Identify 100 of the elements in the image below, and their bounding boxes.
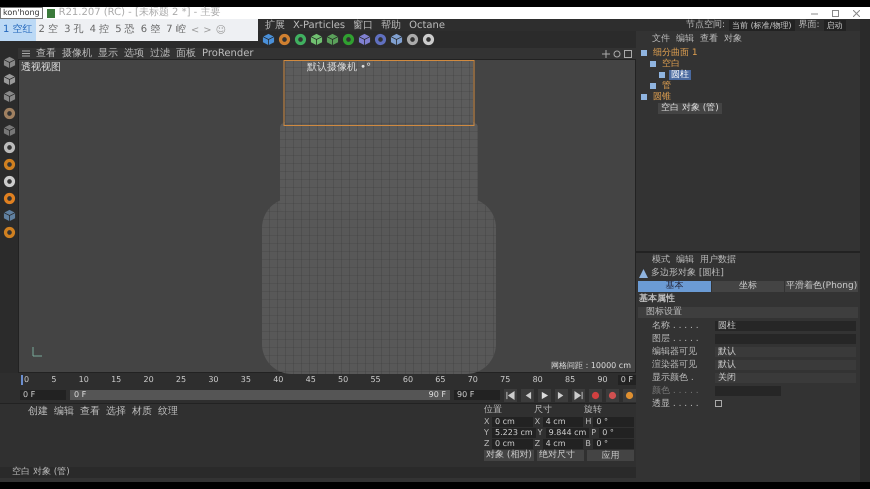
cube-icon[interactable] [262, 33, 275, 46]
size-field[interactable]: 4 cm [542, 439, 584, 449]
ime-candidate[interactable]: 5 恐 [112, 19, 138, 41]
cube-icon[interactable] [2, 124, 16, 137]
cube-icon[interactable] [2, 73, 16, 86]
cube-icon[interactable] [2, 90, 16, 103]
disc-icon[interactable] [2, 226, 16, 239]
menu-item[interactable]: 摄像机 [62, 48, 92, 59]
tab[interactable]: 坐标 [712, 281, 784, 292]
disc-icon[interactable] [294, 33, 307, 46]
cube-icon[interactable] [390, 33, 403, 46]
checkbox[interactable] [715, 400, 722, 407]
ime-candidate[interactable]: 1 空红 [0, 19, 36, 41]
group-header[interactable]: 图标设置 [638, 307, 858, 318]
frame-range-slider[interactable]: 0 F 90 F [70, 390, 450, 400]
cube-icon[interactable] [310, 33, 323, 46]
disc-icon[interactable] [2, 141, 16, 154]
menu-item[interactable]: 创建 [28, 406, 48, 417]
menu-item[interactable]: 查看 [80, 406, 100, 417]
dropdown[interactable]: 默认 [715, 360, 856, 370]
menu-icon[interactable] [22, 50, 30, 57]
menu-item[interactable]: 文件 [652, 34, 670, 45]
apply-button[interactable]: 应用 [586, 450, 634, 461]
dropdown[interactable]: 关闭 [715, 372, 856, 382]
rotate-view-icon[interactable] [613, 50, 621, 58]
previous-key-button[interactable] [521, 388, 534, 402]
ime-candidate[interactable]: 6 箜 [138, 19, 164, 41]
object-name[interactable]: 管 [660, 80, 673, 90]
tab[interactable]: 基本 [638, 281, 711, 292]
disc-icon[interactable] [342, 33, 355, 46]
play-button[interactable] [538, 388, 551, 402]
close-icon[interactable] [853, 10, 860, 16]
menu-item[interactable]: 材质 [132, 406, 152, 417]
interface-dropdown[interactable]: 启动 [824, 20, 846, 30]
menu-item[interactable]: 选择 [106, 406, 126, 417]
object-name[interactable]: 圆锥 [651, 92, 673, 102]
end-frame-field[interactable]: 90 F [454, 390, 500, 400]
record-button[interactable] [589, 388, 602, 402]
position-field[interactable]: 0 cm [492, 417, 533, 427]
menu-item[interactable]: 显示 [98, 48, 118, 59]
object-name[interactable]: 细分曲面 1 [651, 48, 700, 58]
window-icon[interactable] [624, 50, 632, 58]
autokey-button[interactable] [606, 388, 619, 402]
disc-icon[interactable] [278, 33, 291, 46]
menu-item[interactable]: 帮助 [381, 20, 402, 30]
node-space-dropdown[interactable]: 当前 (标准/物理) [729, 20, 795, 30]
menu-item[interactable]: 编辑 [676, 34, 694, 45]
disc-icon[interactable] [2, 107, 16, 120]
current-frame-field[interactable]: 0 F [618, 375, 636, 385]
menu-item[interactable]: 过滤 [150, 48, 170, 59]
ime-candidate[interactable]: 4 控 [86, 19, 112, 41]
next-key-button[interactable] [555, 388, 568, 402]
rotation-field[interactable]: 0 ° [599, 428, 634, 438]
dropdown[interactable]: 默认 [715, 346, 856, 356]
size-mode-dropdown[interactable]: 绝对尺寸 [536, 450, 584, 461]
ime-candidate[interactable]: 3 孔 [61, 19, 87, 41]
skip-to-start-button[interactable] [504, 388, 517, 402]
position-field[interactable]: 5.223 cm [492, 428, 536, 438]
menu-item[interactable]: 选项 [124, 48, 144, 59]
menu-item[interactable]: 用户数据 [700, 255, 736, 266]
skip-to-end-button[interactable] [572, 388, 585, 402]
menu-item[interactable]: 模式 [652, 255, 670, 266]
disc-icon[interactable] [2, 158, 16, 171]
name-field[interactable]: 圆柱 [715, 320, 856, 330]
menu-item[interactable]: 编辑 [676, 255, 694, 266]
coordinate-mode-dropdown[interactable]: 对象 (相对) [484, 450, 534, 461]
ime-candidate[interactable]: 7 崆 [163, 19, 189, 41]
move-view-icon[interactable] [602, 50, 610, 58]
menu-item[interactable]: Octane [409, 20, 446, 30]
position-field[interactable]: 0 cm [492, 439, 533, 449]
menu-item[interactable]: 面板 [176, 48, 196, 59]
disc-icon[interactable] [2, 192, 16, 205]
rotation-field[interactable]: 0 ° [593, 417, 634, 427]
ime-candidate[interactable]: 2 空 [36, 19, 62, 41]
cube-icon[interactable] [2, 209, 16, 222]
menu-item[interactable]: 对象 [724, 34, 742, 45]
size-field[interactable]: 4 cm [542, 417, 584, 427]
keyframe-button[interactable] [623, 388, 636, 402]
object-name[interactable]: 空白 [660, 58, 682, 68]
menu-item[interactable]: ProRender [202, 48, 254, 59]
menu-item[interactable]: 窗口 [353, 20, 374, 30]
start-frame-field[interactable]: 0 F [20, 390, 66, 400]
rotation-field[interactable]: 0 ° [593, 439, 634, 449]
disc-icon[interactable] [406, 33, 419, 46]
disc-icon[interactable] [2, 175, 16, 188]
menu-item[interactable]: X-Particles [293, 20, 346, 30]
menu-item[interactable]: 编辑 [54, 406, 74, 417]
size-field[interactable]: 9.844 cm [546, 428, 590, 438]
maximize-icon[interactable] [832, 10, 839, 16]
cube-icon[interactable] [2, 56, 16, 69]
cube-icon[interactable] [358, 33, 371, 46]
disc-icon[interactable] [422, 33, 435, 46]
menu-item[interactable]: 查看 [36, 48, 56, 59]
menu-item[interactable]: 纹理 [158, 406, 178, 417]
ime-input[interactable]: kon'hong [0, 7, 43, 19]
tab[interactable]: 平滑着色(Phong) [785, 281, 858, 292]
menu-item[interactable]: 扩展 [265, 20, 285, 30]
cube-icon[interactable] [326, 33, 339, 46]
menu-item[interactable]: 查看 [700, 34, 718, 45]
object-name[interactable]: 圆柱 [669, 70, 691, 80]
